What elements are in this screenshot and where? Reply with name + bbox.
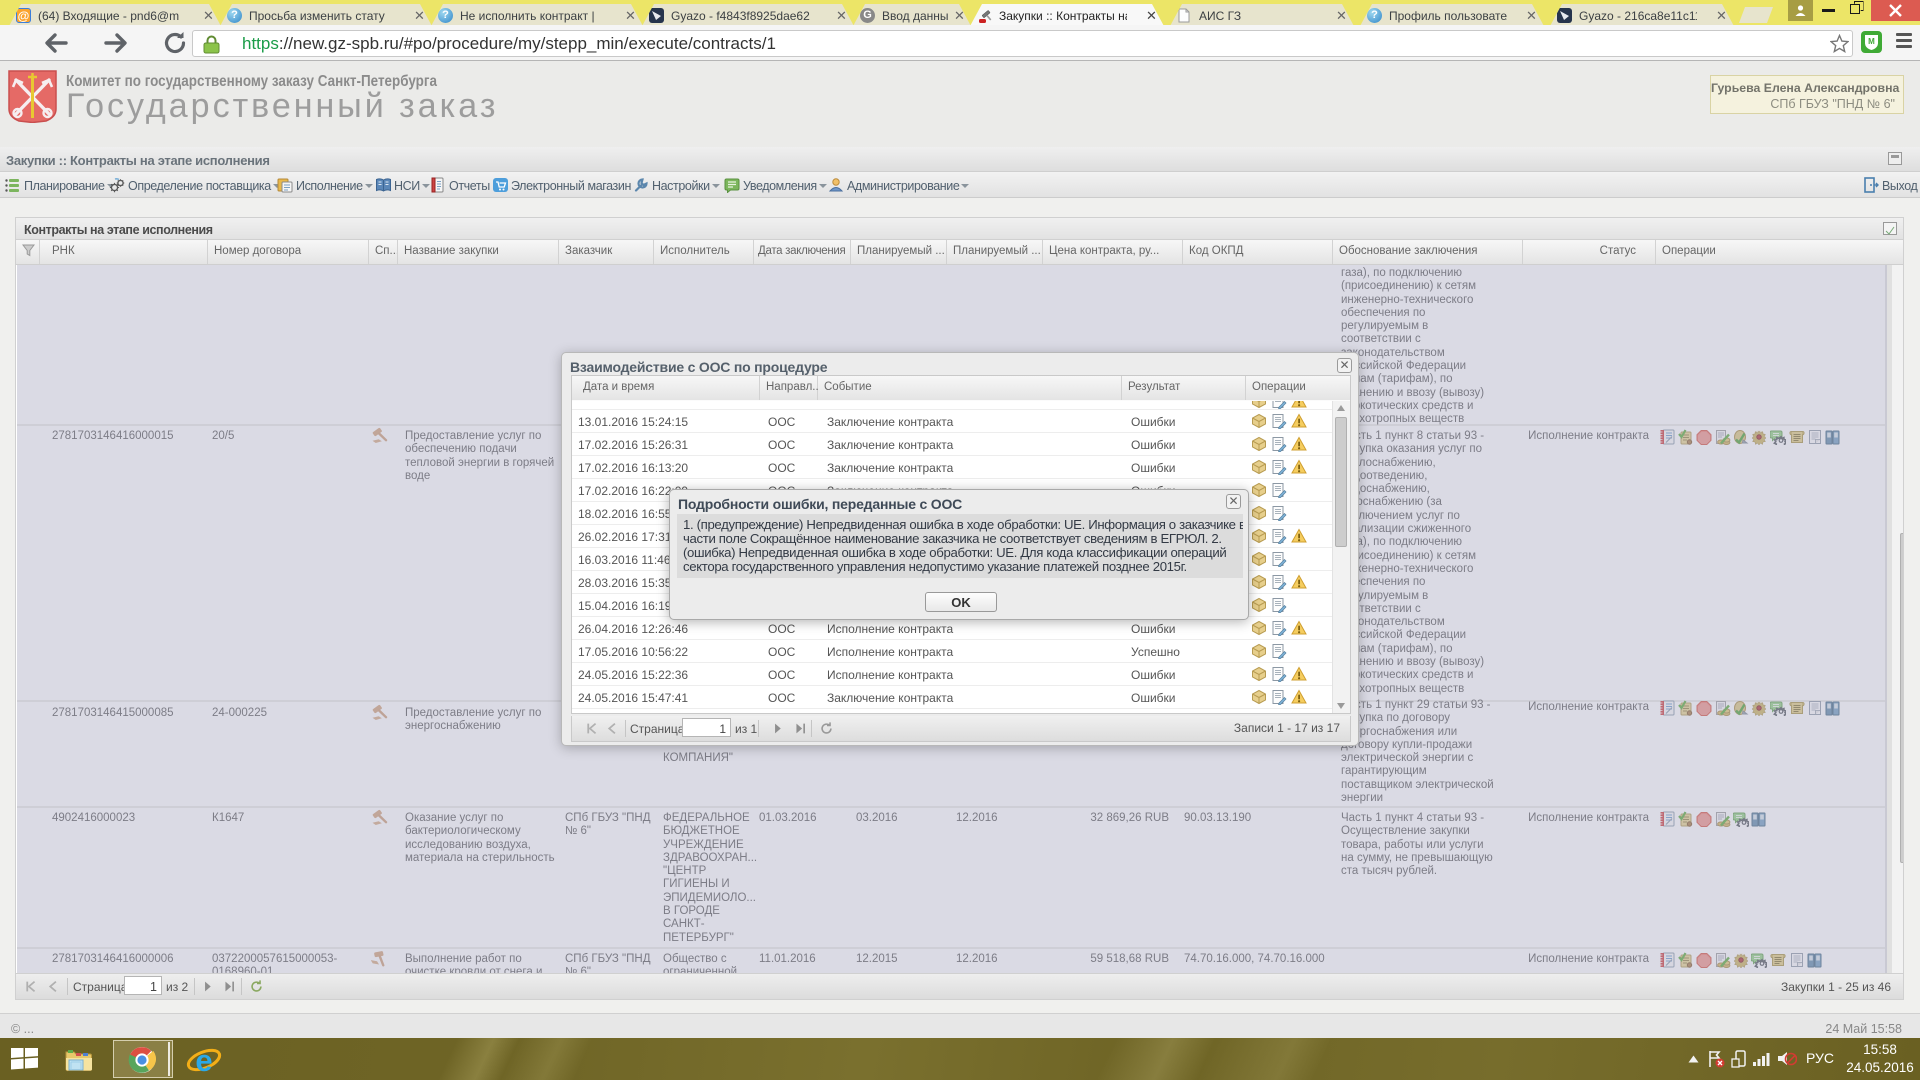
svg-text:e: e [195, 1044, 212, 1075]
svg-text:M: M [1868, 37, 1875, 46]
